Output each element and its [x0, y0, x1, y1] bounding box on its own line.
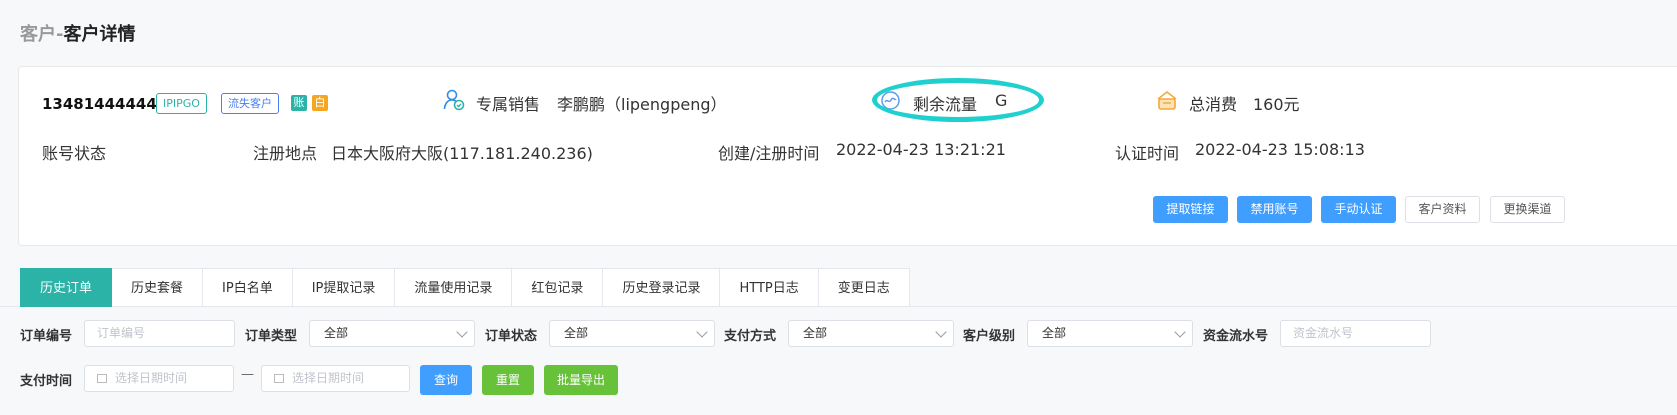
reset-button[interactable]: 重置	[482, 365, 534, 395]
fund-no-label: 资金流水号	[1203, 329, 1269, 344]
highlight-oval	[872, 78, 1044, 122]
disable-account-button[interactable]: 禁用账号	[1237, 196, 1312, 223]
reg-place-label: 注册地点	[253, 144, 318, 163]
order-type-select[interactable]: 全部	[309, 320, 475, 347]
page-title-text: 客户详情	[63, 24, 136, 45]
customer-level-select[interactable]: 全部	[1027, 320, 1193, 347]
account-status-label: 账号状态	[42, 144, 107, 163]
sales-value: 李鹏鹏（lipengpeng）	[557, 95, 727, 114]
customer-level-label: 客户级别	[963, 329, 1016, 344]
batch-export-button[interactable]: 批量导出	[544, 365, 618, 395]
tag-ipipgo: IPIPGO	[156, 93, 207, 114]
sales-person-icon	[443, 89, 465, 111]
pay-method-value: 全部	[803, 326, 828, 340]
date-end-placeholder: 选择日期时间	[292, 371, 365, 385]
order-type-label: 订单类型	[245, 329, 298, 344]
verify-time-label: 认证时间	[1115, 144, 1180, 163]
order-status-select[interactable]: 全部	[549, 320, 715, 347]
customer-info-button[interactable]: 客户资料	[1405, 196, 1480, 223]
badge-whitelist: 白	[312, 95, 328, 111]
tab-login-history[interactable]: 历史登录记录	[603, 268, 721, 307]
sales-label: 专属销售	[476, 95, 541, 114]
chevron-down-icon	[696, 326, 708, 338]
pay-method-select[interactable]: 全部	[788, 320, 954, 347]
tab-history-packages[interactable]: 历史套餐	[112, 268, 204, 307]
change-channel-button[interactable]: 更换渠道	[1490, 196, 1565, 223]
date-start-input[interactable]: 选择日期时间	[84, 365, 234, 392]
tab-ip-whitelist[interactable]: IP白名单	[203, 268, 293, 307]
tab-change-log[interactable]: 变更日志	[818, 268, 910, 307]
created-time-label: 创建/注册时间	[718, 144, 820, 163]
pay-time-label: 支付时间	[20, 374, 73, 389]
page-title: 客户-客户详情	[20, 20, 135, 46]
query-button[interactable]: 查询	[420, 365, 472, 395]
chevron-down-icon	[1174, 326, 1186, 338]
tab-bar: 历史订单 历史套餐 IP白名单 IP提取记录 流量使用记录 红包记录 历史登录记…	[20, 268, 910, 307]
customer-level-value: 全部	[1042, 326, 1067, 340]
order-no-label: 订单编号	[20, 329, 73, 344]
chevron-down-icon	[456, 326, 468, 338]
tag-lost-customer: 流失客户	[221, 93, 279, 114]
order-no-input[interactable]: 订单编号	[84, 320, 235, 347]
spend-value: 160元	[1253, 95, 1300, 114]
date-start-placeholder: 选择日期时间	[115, 371, 188, 385]
date-end-input[interactable]: 选择日期时间	[261, 365, 410, 392]
order-status-value: 全部	[564, 326, 589, 340]
wallet-icon	[1157, 90, 1177, 110]
tab-red-packet[interactable]: 红包记录	[512, 268, 604, 307]
created-time-value: 2022-04-23 13:21:21	[836, 140, 1006, 159]
pay-method-label: 支付方式	[724, 329, 777, 344]
reg-place-value: 日本大阪府大阪(117.181.240.236)	[331, 144, 593, 163]
verify-time-value: 2022-04-23 15:08:13	[1195, 140, 1365, 159]
order-type-value: 全部	[324, 326, 349, 340]
calendar-icon	[274, 374, 284, 383]
customer-phone: 13481444444	[42, 95, 157, 113]
manual-verify-button[interactable]: 手动认证	[1321, 196, 1396, 223]
breadcrumb[interactable]: 客户-	[20, 24, 63, 45]
spend-label: 总消费	[1189, 95, 1238, 114]
chevron-down-icon	[935, 326, 947, 338]
extract-link-button[interactable]: 提取链接	[1153, 196, 1228, 223]
tab-http-log[interactable]: HTTP日志	[720, 268, 819, 307]
order-status-label: 订单状态	[485, 329, 538, 344]
badge-account: 账	[291, 95, 307, 111]
date-separator: —	[241, 367, 254, 382]
tab-history-orders[interactable]: 历史订单	[20, 268, 113, 307]
tab-ip-extract-records[interactable]: IP提取记录	[292, 268, 396, 307]
calendar-icon	[97, 374, 107, 383]
tab-traffic-usage[interactable]: 流量使用记录	[395, 268, 513, 307]
fund-no-input[interactable]: 资金流水号	[1280, 320, 1431, 347]
